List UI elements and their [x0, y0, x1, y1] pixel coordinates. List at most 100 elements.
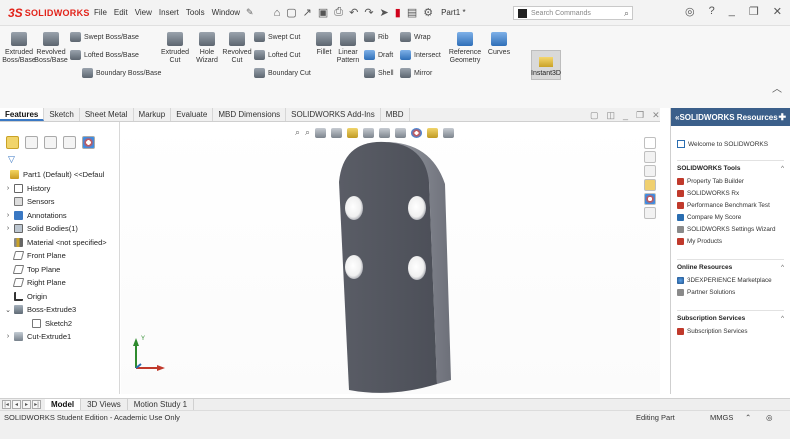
redo-icon[interactable]: ↷	[364, 6, 373, 19]
rib-button[interactable]: Rib	[364, 32, 389, 42]
caret-up-icon[interactable]: ^	[781, 264, 784, 271]
units-selector[interactable]: MMGS	[710, 413, 733, 422]
tree-item-solid-bodies[interactable]: › Solid Bodies(1)	[0, 222, 120, 236]
draft-button[interactable]: Draft	[364, 50, 393, 60]
menu-edit[interactable]: Edit	[114, 8, 128, 17]
intersect-button[interactable]: Intersect	[400, 50, 441, 60]
reference-geometry-button[interactable]: Reference Geometry	[446, 32, 484, 65]
first-tab-icon[interactable]: |◂	[2, 400, 11, 409]
linear-pattern-button[interactable]: Linear Pattern	[336, 32, 360, 65]
tree-item-part1[interactable]: Part1 (Default) <<Defaul	[0, 168, 120, 182]
tab-sheet-metal[interactable]: Sheet Metal	[80, 108, 134, 121]
menu-insert[interactable]: Insert	[159, 8, 179, 17]
custom-properties-icon[interactable]	[644, 207, 656, 219]
feature-manager-tab-icon[interactable]	[6, 136, 19, 149]
my-products-link[interactable]: My Products	[677, 235, 784, 247]
options-gear-icon[interactable]: ⚙	[423, 6, 433, 19]
pin-menu-icon[interactable]: ✎	[246, 7, 254, 18]
display-manager-tab-icon[interactable]	[82, 136, 95, 149]
mirror-button[interactable]: Mirror	[400, 68, 432, 78]
tree-item-cut-extrude1[interactable]: › Cut-Extrude1	[0, 330, 120, 344]
revolved-boss-button[interactable]: Revolved Boss/Base	[34, 32, 68, 65]
save-icon[interactable]: ▣	[318, 6, 328, 19]
file-explorer-icon[interactable]	[644, 179, 656, 191]
viewport-restore-icon[interactable]: ❐	[636, 110, 644, 121]
expand-arrow-icon[interactable]: ›	[4, 185, 12, 192]
viewport-split-icon[interactable]: ◫	[607, 110, 616, 121]
dimxpert-tab-icon[interactable]	[63, 136, 76, 149]
section-title[interactable]: SOLIDWORKS Tools ^	[677, 165, 784, 172]
new-document-icon[interactable]: ▢	[286, 6, 296, 19]
tree-item-top-plane[interactable]: Top Plane	[0, 263, 120, 277]
section-title[interactable]: Subscription Services ^	[677, 315, 784, 322]
caret-up-icon[interactable]: ^	[781, 315, 784, 322]
configuration-manager-tab-icon[interactable]	[44, 136, 57, 149]
expand-arrow-icon[interactable]: ›	[4, 333, 12, 340]
tab-sketch[interactable]: Sketch	[44, 108, 80, 121]
select-icon[interactable]: ➤	[380, 6, 389, 19]
expand-arrow-icon[interactable]: ›	[4, 212, 12, 219]
tab-markup[interactable]: Markup	[134, 108, 172, 121]
help-icon[interactable]: ?	[709, 5, 715, 18]
boundary-boss-button[interactable]: Boundary Boss/Base	[82, 68, 161, 78]
units-dropdown-icon[interactable]: ⌃	[745, 413, 751, 422]
file-properties-icon[interactable]: ▤	[407, 6, 417, 19]
close-icon[interactable]: ✕	[773, 5, 782, 18]
tree-item-front-plane[interactable]: Front Plane	[0, 249, 120, 263]
extruded-cut-button[interactable]: Extruded Cut	[161, 32, 189, 65]
pin-icon[interactable]: ✚	[778, 112, 786, 123]
menu-view[interactable]: View	[135, 8, 152, 17]
tree-item-annotations[interactable]: › Annotations	[0, 209, 120, 223]
settings-wizard-link[interactable]: SOLIDWORKS Settings Wizard	[677, 223, 784, 235]
collapse-arrow-icon[interactable]: ⌄	[4, 306, 12, 314]
tab-mbd[interactable]: MBD	[381, 108, 410, 121]
marketplace-link[interactable]: 3DEXPERIENCE Marketplace	[677, 274, 784, 286]
hole-wizard-button[interactable]: Hole Wizard	[194, 32, 220, 65]
section-title[interactable]: Online Resources ^	[677, 264, 784, 271]
print-icon[interactable]: ⎙	[334, 6, 343, 19]
appearances-icon[interactable]	[644, 193, 656, 205]
tree-item-sketch2[interactable]: Sketch2	[0, 317, 120, 331]
caret-up-icon[interactable]: ^	[781, 165, 784, 172]
property-tab-builder-link[interactable]: Property Tab Builder	[677, 175, 784, 187]
extruded-boss-button[interactable]: Extruded Boss/Base	[2, 32, 36, 65]
performance-benchmark-link[interactable]: Performance Benchmark Test	[677, 199, 784, 211]
swept-cut-button[interactable]: Swept Cut	[254, 32, 300, 42]
solidworks-logo[interactable]: 3S SOLIDWORKS	[8, 6, 89, 20]
fillet-button[interactable]: Fillet	[314, 32, 334, 57]
restore-icon[interactable]: ❐	[749, 5, 759, 18]
shell-button[interactable]: Shell	[364, 68, 394, 78]
tab-mbd-dimensions[interactable]: MBD Dimensions	[213, 108, 287, 121]
boundary-cut-button[interactable]: Boundary Cut	[254, 68, 311, 78]
home-tab-icon[interactable]	[644, 137, 656, 149]
rebuild-status-icon[interactable]: ◎	[766, 413, 773, 422]
tree-item-right-plane[interactable]: Right Plane	[0, 276, 120, 290]
tree-item-boss-extrude3[interactable]: ⌄ Boss-Extrude3	[0, 303, 120, 317]
lofted-cut-button[interactable]: Lofted Cut	[254, 50, 300, 60]
tree-item-origin[interactable]: Origin	[0, 290, 120, 304]
tree-item-sensors[interactable]: Sensors	[0, 195, 120, 209]
graphics-area[interactable]: ⌕ ⌕ Y	[121, 122, 660, 394]
prev-tab-icon[interactable]: ◂	[12, 400, 21, 409]
open-icon[interactable]: ↗	[303, 6, 312, 19]
viewport-minimize-icon[interactable]: _	[623, 110, 628, 121]
menu-tools[interactable]: Tools	[186, 8, 205, 17]
tab-model[interactable]: Model	[45, 398, 82, 411]
swept-boss-button[interactable]: Swept Boss/Base	[70, 32, 139, 42]
viewport-tile-icon[interactable]: ▢	[590, 110, 599, 121]
minimize-icon[interactable]: _	[729, 5, 735, 18]
welcome-link[interactable]: Welcome to SOLIDWORKS	[671, 126, 790, 148]
solidworks-rx-link[interactable]: SOLIDWORKS Rx	[677, 187, 784, 199]
tab-solidworks-addins[interactable]: SOLIDWORKS Add-Ins	[286, 108, 381, 121]
subscription-services-link[interactable]: Subscription Services	[677, 325, 784, 337]
instant3d-button[interactable]: Instant3D	[531, 50, 561, 80]
tree-item-material[interactable]: Material <not specified>	[0, 236, 120, 250]
tab-motion-study-1[interactable]: Motion Study 1	[128, 398, 195, 411]
design-library-icon[interactable]	[644, 165, 656, 177]
filter-icon[interactable]: ▽	[8, 154, 15, 165]
part-model-view[interactable]: Y	[121, 122, 660, 394]
last-tab-icon[interactable]: ▸|	[32, 400, 41, 409]
search-commands-field[interactable]: Search Commands ⌕	[513, 6, 633, 20]
property-manager-tab-icon[interactable]	[25, 136, 38, 149]
curves-button[interactable]: Curves	[486, 32, 512, 57]
